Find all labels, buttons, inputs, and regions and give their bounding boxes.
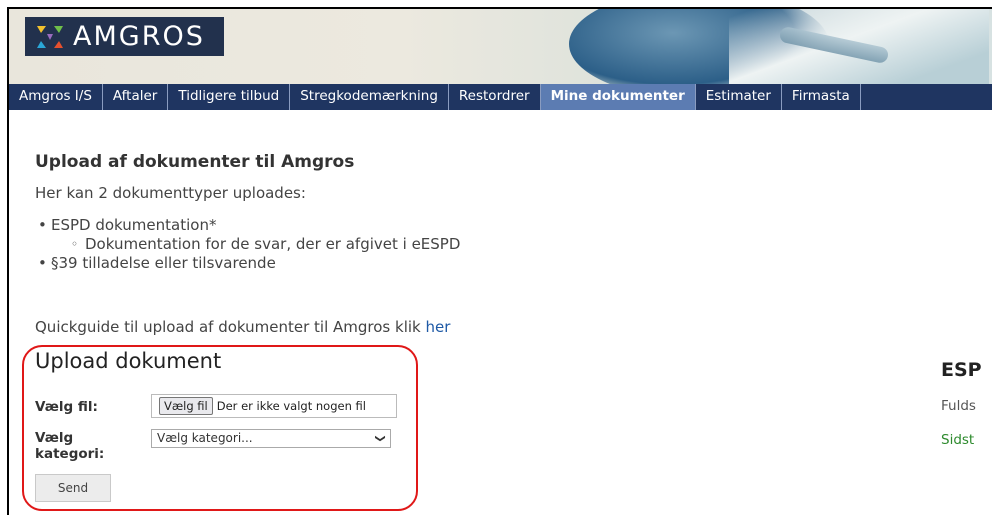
nav-item-stregkodemaerkning[interactable]: Stregkodemærkning [290,84,449,110]
nav-item-aftaler[interactable]: Aftaler [103,84,169,110]
list-subitem-espd-docs: Dokumentation for de svar, der er afgive… [35,235,460,254]
upload-highlight-outline [22,345,418,511]
intro-text: Her kan 2 dokumenttyper uploades: [35,184,306,202]
list-item-permit: §39 tilladelse eller tilsvarende [35,254,460,273]
amgros-logo[interactable]: AMGROS [25,17,224,56]
nav-item-mine-dokumenter[interactable]: Mine dokumenter [540,84,696,110]
header-banner: AMGROS [9,9,992,84]
quickguide-label: Quickguide til upload af dokumenter til … [35,318,426,336]
main-nav: Amgros I/S Aftaler Tidligere tilbud Stre… [9,84,992,110]
espd-side-line1: Fulds [941,398,976,414]
nav-item-firmastamdata[interactable]: Firmasta [782,84,861,110]
list-item-espd: ESPD dokumentation* [35,216,460,235]
page-title: Upload af dokumenter til Amgros [35,152,355,172]
quickguide-text: Quickguide til upload af dokumenter til … [35,318,450,336]
espd-side-title: ESP [941,359,982,381]
nav-item-restordrer[interactable]: Restordrer [449,84,541,110]
nav-item-tidligere-tilbud[interactable]: Tidligere tilbud [168,84,291,110]
quickguide-link[interactable]: her [425,318,450,336]
nav-item-amgros[interactable]: Amgros I/S [9,84,103,110]
logo-text: AMGROS [73,21,205,52]
amgros-logo-icon [37,25,63,48]
document-type-list: ESPD dokumentation* Dokumentation for de… [35,216,460,273]
nav-item-estimater[interactable]: Estimater [696,84,782,110]
espd-side-line2: Sidst [941,432,975,448]
